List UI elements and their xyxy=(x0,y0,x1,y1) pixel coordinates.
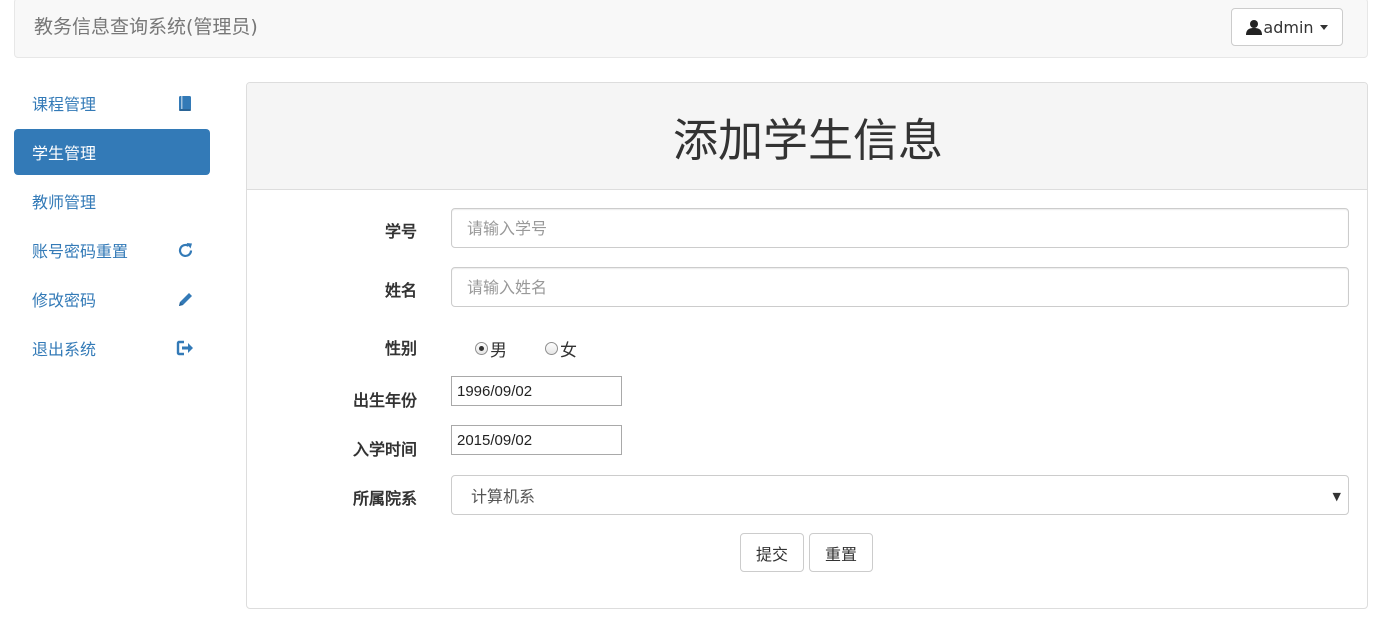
birth-year-label: 出生年份 xyxy=(352,391,417,410)
sidebar-item-label: 课程管理 xyxy=(32,95,97,114)
sidebar-item-password-reset[interactable]: 账号密码重置 xyxy=(14,227,210,273)
user-icon xyxy=(1246,19,1263,35)
gender-label: 性别 xyxy=(384,339,417,358)
sidebar-item-label: 修改密码 xyxy=(32,291,97,310)
caret-down-icon xyxy=(1319,24,1328,30)
sidebar-item-label: 退出系统 xyxy=(32,340,97,359)
sidebar-item-course-management[interactable]: 课程管理 xyxy=(14,80,210,126)
radio-female[interactable] xyxy=(545,342,558,355)
app-brand[interactable]: 教务信息查询系统(管理员) xyxy=(34,15,258,39)
pencil-icon xyxy=(176,290,194,308)
sidebar-item-change-password[interactable]: 修改密码 xyxy=(14,276,210,322)
page-title: 添加学生信息 xyxy=(672,113,943,167)
reset-button[interactable]: 重置 xyxy=(809,533,873,572)
department-label: 所属院系 xyxy=(352,489,417,508)
gender-radio-group: 男 女 xyxy=(475,336,577,361)
submit-button[interactable]: 提交 xyxy=(740,533,804,572)
birth-date-input[interactable] xyxy=(451,376,622,406)
name-input[interactable] xyxy=(451,267,1349,307)
top-navbar: 教务信息查询系统(管理员) admin xyxy=(14,0,1368,58)
sidebar-item-label: 账号密码重置 xyxy=(32,242,129,261)
panel-heading: 添加学生信息 xyxy=(247,83,1367,190)
sidebar-item-label: 教师管理 xyxy=(32,193,97,212)
student-id-label: 学号 xyxy=(384,222,417,241)
enroll-date-label: 入学时间 xyxy=(352,440,417,459)
sidebar-item-logout[interactable]: 退出系统 xyxy=(14,325,210,371)
logout-icon xyxy=(176,339,194,357)
add-student-panel: 添加学生信息 学号 姓名 性别 男 女 出生年份 入学时间 所属院系 计算机系 … xyxy=(246,82,1368,609)
refresh-icon xyxy=(176,241,194,259)
department-select[interactable]: 计算机系 ▼ xyxy=(451,475,1349,515)
gender-option-female[interactable]: 女 xyxy=(545,336,577,361)
enroll-date-input[interactable] xyxy=(451,425,622,455)
sidebar-nav: 课程管理 学生管理 教师管理 账号密码重置 修改密码 退出系统 xyxy=(14,80,210,374)
sidebar-item-label: 学生管理 xyxy=(32,144,97,163)
sidebar-item-teacher-management[interactable]: 教师管理 xyxy=(14,178,210,224)
book-icon xyxy=(176,94,194,112)
gender-option-label: 女 xyxy=(560,341,577,361)
sidebar-item-student-management[interactable]: 学生管理 xyxy=(14,129,210,175)
dropdown-arrow-icon: ▼ xyxy=(1332,490,1341,503)
user-menu-button[interactable]: admin xyxy=(1231,8,1343,46)
department-selected-value: 计算机系 xyxy=(471,487,536,506)
gender-option-male[interactable]: 男 xyxy=(475,336,507,361)
gender-option-label: 男 xyxy=(490,341,507,361)
user-name: admin xyxy=(1263,17,1314,37)
student-id-input[interactable] xyxy=(451,208,1349,248)
name-label: 姓名 xyxy=(384,281,417,300)
radio-male[interactable] xyxy=(475,342,488,355)
